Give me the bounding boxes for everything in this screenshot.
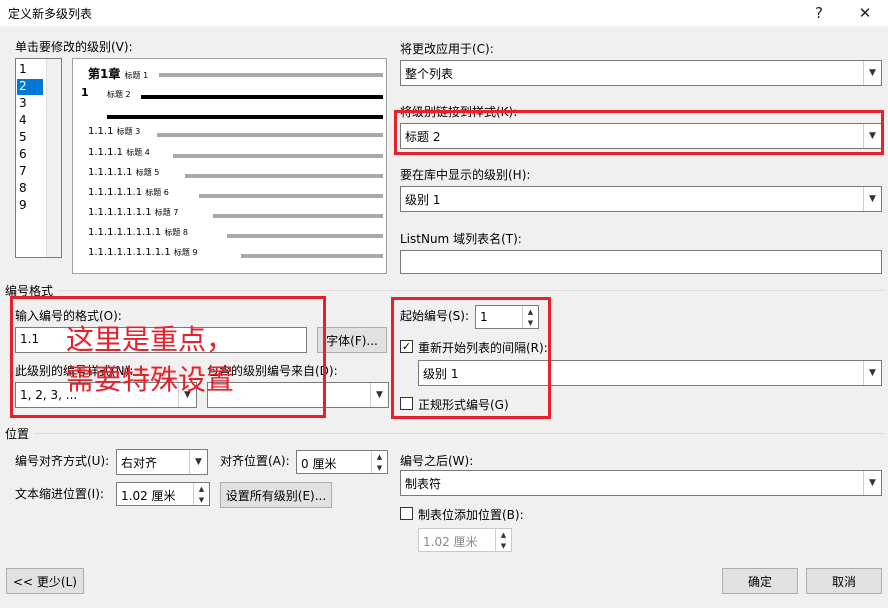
cancel-button[interactable]: 取消 [806, 568, 882, 594]
preview-row-6: 1.1.1.1.1.1 标题 6 [88, 187, 169, 198]
chevron-down-icon: ▼ [189, 450, 207, 474]
follow-number-select[interactable]: 制表符 ▼ [400, 470, 882, 496]
align-at-label: 对齐位置(A): [220, 454, 290, 468]
listnum-label: ListNum 域列表名(T): [400, 232, 522, 246]
preview-row-5: 1.1.1.1.1 标题 5 [88, 167, 160, 178]
title-bar [0, 0, 888, 26]
level-list-label: 单击要修改的级别(V): [15, 40, 133, 54]
listnum-input[interactable] [400, 250, 882, 274]
less-button[interactable]: << 更少(L) [6, 568, 84, 594]
position-group-label: 位置 [5, 427, 30, 441]
level-list-scrollbar[interactable] [46, 59, 61, 257]
close-button[interactable]: ✕ [848, 0, 882, 26]
ok-button[interactable]: 确定 [722, 568, 798, 594]
preview-row-1: 第1章 标题 1 [88, 67, 149, 81]
align-select[interactable]: 右对齐 ▼ [116, 449, 208, 475]
set-all-levels-button[interactable]: 设置所有级别(E)... [220, 482, 332, 508]
chevron-down-icon: ▼ [863, 187, 881, 211]
preview-row-2-style: 标题 2 [107, 90, 131, 99]
align-label: 编号对齐方式(U): [15, 454, 110, 468]
gallery-level-select[interactable]: 级别 1 ▼ [400, 186, 882, 212]
gallery-level-label: 要在库中显示的级别(H): [400, 168, 531, 182]
chevron-down-icon: ▼ [863, 61, 881, 85]
preview-row-3: 1.1.1 标题 3 [88, 126, 141, 137]
tab-stop-label: 制表位添加位置(B): [418, 508, 524, 522]
apply-to-select[interactable]: 整个列表 ▼ [400, 60, 882, 86]
window-title: 定义新多级列表 [8, 7, 93, 21]
highlight-box-format [10, 296, 326, 418]
level-item-4[interactable]: 4 [19, 113, 27, 127]
align-at-spinner[interactable]: 0 厘米 ▲ ▼ [296, 450, 388, 474]
level-item-5[interactable]: 5 [19, 130, 27, 144]
indent-spinner[interactable]: 1.02 厘米 ▲ ▼ [116, 482, 210, 506]
level-item-2[interactable]: 2 [19, 79, 27, 93]
font-button[interactable]: 字体(F)... [317, 327, 387, 353]
highlight-box-start [391, 297, 551, 419]
preview-row-8: 1.1.1.1.1.1.1.1 标题 8 [88, 227, 188, 238]
list-preview: 第1章 标题 1 1 标题 2 1.1.1 标题 3 1.1.1.1 标题 4 … [72, 58, 387, 274]
apply-to-label: 将更改应用于(C): [400, 42, 494, 56]
level-item-9[interactable]: 9 [19, 198, 27, 212]
indent-label: 文本缩进位置(I): [15, 487, 104, 501]
level-item-3[interactable]: 3 [19, 96, 27, 110]
preview-row-9: 1.1.1.1.1.1.1.1.1 标题 9 [88, 247, 198, 258]
level-item-6[interactable]: 6 [19, 147, 27, 161]
tab-stop-checkbox[interactable] [400, 507, 413, 520]
chevron-down-icon: ▼ [863, 471, 881, 495]
chevron-down-icon: ▼ [370, 383, 388, 407]
level-item-8[interactable]: 8 [19, 181, 27, 195]
chevron-down-icon: ▼ [863, 361, 881, 385]
highlight-box-link-style [394, 110, 884, 155]
help-button[interactable]: ? [802, 0, 836, 26]
preview-row-4: 1.1.1.1 标题 4 [88, 147, 150, 158]
preview-row-2-num: 1 [81, 86, 89, 99]
level-item-7[interactable]: 7 [19, 164, 27, 178]
preview-row-7: 1.1.1.1.1.1.1 标题 7 [88, 207, 179, 218]
tab-stop-spinner[interactable]: 1.02 厘米 ▲ ▼ [418, 528, 512, 552]
follow-number-label: 编号之后(W): [400, 454, 474, 468]
level-item-1[interactable]: 1 [19, 62, 27, 76]
level-listbox[interactable]: 1 2 3 4 5 6 7 8 9 [15, 58, 62, 258]
